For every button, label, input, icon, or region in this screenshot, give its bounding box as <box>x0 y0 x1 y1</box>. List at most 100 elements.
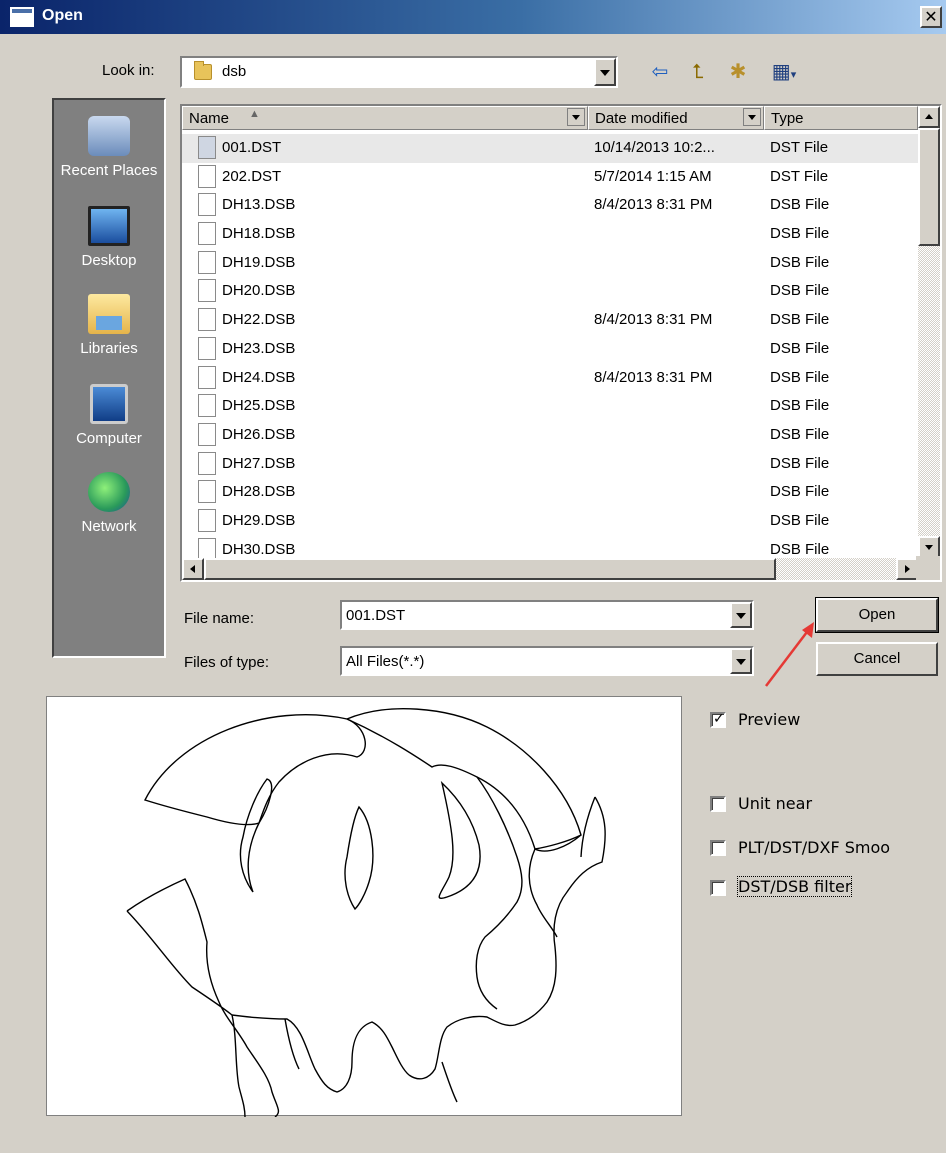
file-type: DSB File <box>770 253 830 271</box>
file-row[interactable]: DH24.DSB 8/4/2013 8:31 PM DSB File <box>182 364 918 393</box>
file-name: DH28.DSB <box>222 483 296 501</box>
place-libraries[interactable]: Libraries <box>54 294 164 357</box>
preview-drawing <box>126 708 606 1118</box>
cancel-button[interactable]: Cancel <box>816 642 938 676</box>
scroll-right-button[interactable] <box>896 558 918 580</box>
file-icon <box>198 336 216 360</box>
lookin-value: dsb <box>222 63 247 80</box>
file-type: DSB File <box>770 311 830 329</box>
window-icon <box>10 7 34 27</box>
file-date: 8/4/2013 8:31 PM <box>594 196 713 214</box>
open-dialog: Open ✕ Look in: dsb ⇦ ⮤ ✱ ▦▾ Recent Plac… <box>0 0 946 1153</box>
file-name: DH19.DSB <box>222 253 296 271</box>
file-type: DSB File <box>770 511 830 529</box>
file-row[interactable]: DH23.DSB DSB File <box>182 335 918 364</box>
column-header-name[interactable]: Name ▲ <box>182 106 588 130</box>
file-row[interactable]: DH27.DSB DSB File <box>182 450 918 479</box>
place-network[interactable]: Network <box>54 472 164 535</box>
file-icon <box>198 422 216 446</box>
new-folder-icon[interactable]: ✱ <box>724 58 752 84</box>
file-icon <box>198 136 216 159</box>
horizontal-scrollbar[interactable] <box>182 558 918 580</box>
place-label: Network <box>81 518 137 535</box>
preview-checkbox[interactable] <box>710 711 726 728</box>
filename-dropdown-button[interactable] <box>730 602 752 628</box>
column-date-dropdown-icon[interactable] <box>743 108 761 126</box>
file-row[interactable]: DH18.DSB DSB File <box>182 220 918 249</box>
sort-ascending-icon: ▲ <box>249 108 260 120</box>
close-button[interactable]: ✕ <box>920 6 942 28</box>
place-label: Desktop <box>81 252 137 269</box>
file-name: DH27.DSB <box>222 454 296 472</box>
preview-label: Preview <box>738 710 801 729</box>
filetype-label: Files of type: <box>184 654 270 671</box>
file-row[interactable]: DH13.DSB 8/4/2013 8:31 PM DSB File <box>182 191 918 220</box>
up-folder-icon[interactable]: ⮤ <box>684 58 712 84</box>
place-recent-places[interactable]: Recent Places <box>54 116 164 179</box>
column-header-date[interactable]: Date modified <box>588 106 764 130</box>
place-desktop[interactable]: Desktop <box>54 206 164 269</box>
filetype-dropdown-button[interactable] <box>730 648 752 674</box>
scroll-up-button[interactable] <box>918 106 940 128</box>
file-name: DH13.DSB <box>222 196 296 214</box>
file-row[interactable]: 202.DST 5/7/2014 1:15 AM DST File <box>182 163 918 192</box>
filetype-combo[interactable]: All Files(*.*) <box>340 646 754 676</box>
file-icon <box>198 308 216 332</box>
file-icon <box>198 394 216 418</box>
file-name: 001.DST <box>222 139 282 156</box>
views-menu-icon[interactable]: ▦▾ <box>764 58 804 84</box>
file-row[interactable]: DH29.DSB DSB File <box>182 507 918 536</box>
vertical-scrollbar[interactable] <box>918 106 940 558</box>
vertical-scroll-thumb[interactable] <box>918 128 940 246</box>
file-type: DSB File <box>770 196 830 214</box>
file-name: DH26.DSB <box>222 425 296 443</box>
column-date-label: Date modified <box>595 110 688 127</box>
filename-input[interactable]: 001.DST <box>346 607 405 624</box>
back-icon[interactable]: ⇦ <box>646 58 674 84</box>
file-name: DH25.DSB <box>222 397 296 415</box>
file-icon <box>198 222 216 246</box>
scroll-left-button[interactable] <box>182 558 204 580</box>
file-row[interactable]: 001.DST 10/14/2013 10:2... DST File <box>182 134 918 163</box>
smooth-checkbox[interactable] <box>710 840 726 856</box>
file-name: DH30.DSB <box>222 540 296 558</box>
lookin-dropdown-button[interactable] <box>594 58 616 86</box>
recent-places-icon <box>88 116 130 156</box>
file-name: DH18.DSB <box>222 225 296 243</box>
file-row[interactable]: DH26.DSB DSB File <box>182 421 918 450</box>
file-icon <box>198 480 216 504</box>
file-row[interactable]: DH28.DSB DSB File <box>182 478 918 507</box>
file-row[interactable]: DH22.DSB 8/4/2013 8:31 PM DSB File <box>182 306 918 335</box>
file-icon <box>198 164 216 188</box>
annotation-arrow <box>765 622 814 687</box>
unit-near-checkbox[interactable] <box>710 796 726 812</box>
title-bar[interactable]: Open ✕ <box>0 0 946 34</box>
file-icon <box>198 451 216 475</box>
file-row[interactable]: DH19.DSB DSB File <box>182 249 918 278</box>
column-header-type[interactable]: Type <box>764 106 918 130</box>
column-name-dropdown-icon[interactable] <box>567 108 585 126</box>
open-button[interactable]: Open <box>815 597 939 633</box>
filename-combo[interactable]: 001.DST <box>340 600 754 630</box>
file-list[interactable]: Name ▲ Date modified Type 001.DST 10/14/2… <box>180 104 942 582</box>
places-bar: Recent Places Desktop Libraries Computer… <box>52 98 166 658</box>
desktop-icon <box>88 206 130 246</box>
file-date: 10/14/2013 10:2... <box>594 139 715 156</box>
file-type: DST File <box>770 167 829 185</box>
file-type: DSB File <box>770 483 830 501</box>
file-row[interactable]: DH20.DSB DSB File <box>182 277 918 306</box>
scroll-down-button[interactable] <box>918 536 940 558</box>
file-date: 5/7/2014 1:15 AM <box>594 167 712 185</box>
file-name: DH22.DSB <box>222 311 296 329</box>
file-row[interactable]: DH25.DSB DSB File <box>182 392 918 421</box>
dst-dsb-filter-checkbox[interactable] <box>710 880 726 896</box>
lookin-combo[interactable]: dsb <box>180 56 618 88</box>
horizontal-scroll-thumb[interactable] <box>204 558 776 580</box>
computer-icon <box>90 384 128 424</box>
place-computer[interactable]: Computer <box>54 384 164 447</box>
column-type-label: Type <box>771 110 804 127</box>
file-type: DSB File <box>770 425 830 443</box>
folder-icon <box>194 61 212 80</box>
file-icon <box>198 250 216 274</box>
place-label: Computer <box>76 430 142 447</box>
